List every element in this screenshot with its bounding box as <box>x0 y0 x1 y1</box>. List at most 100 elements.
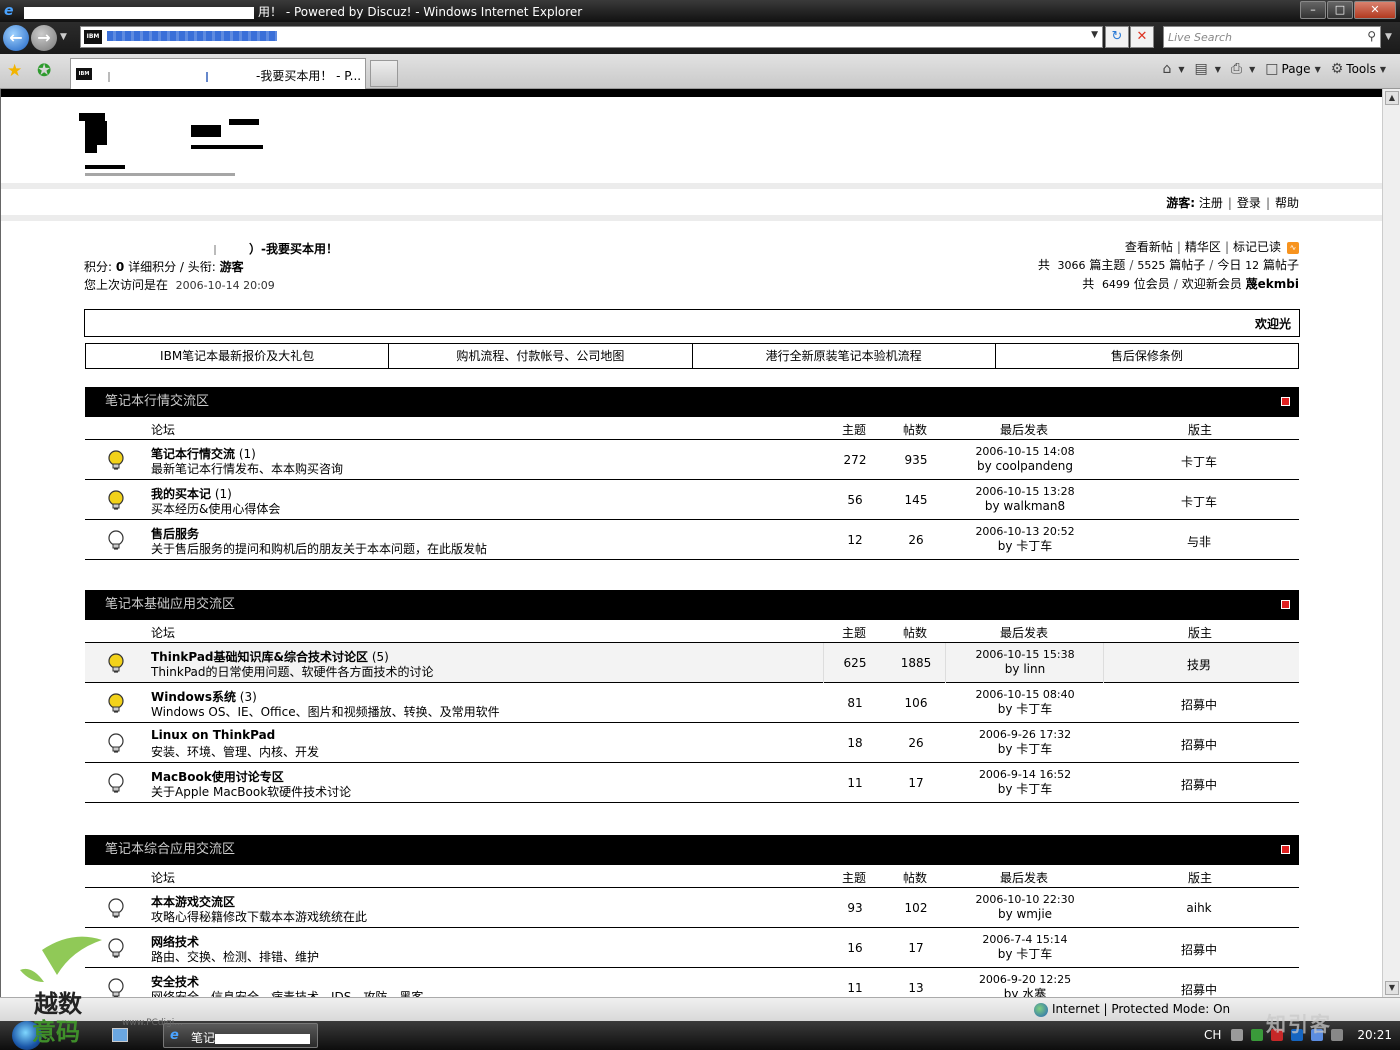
collapse-icon[interactable] <box>1281 397 1290 406</box>
last-post-time[interactable]: 2006-10-15 15:38 <box>945 647 1105 662</box>
forum-row: MacBook使用讨论专区 关于Apple MacBook软硬件技术讨论 11 17… <box>85 763 1299 803</box>
last-post-author[interactable]: by 卡丁车 <box>945 742 1105 757</box>
forum-link[interactable]: 我的买本记 <box>151 487 211 501</box>
forum-link[interactable]: 安全技术 <box>151 975 199 989</box>
favorites-star-icon[interactable]: ★ <box>7 61 22 81</box>
col-last-post: 最后发表 <box>1000 626 1049 640</box>
feeds-button[interactable]: ▤ ▼ <box>1195 61 1221 77</box>
minimize-button[interactable]: – <box>1300 1 1326 19</box>
forum-link[interactable]: ThinkPad基础知识库&综合技术讨论区 <box>151 650 368 664</box>
moderator[interactable]: 招募中 <box>1139 736 1259 753</box>
forum-link[interactable]: Windows系统 <box>151 690 236 704</box>
site-logo[interactable] <box>79 107 265 177</box>
last-post-time[interactable]: 2006-10-15 13:28 <box>945 484 1105 499</box>
moderator[interactable]: 招募中 <box>1139 696 1259 713</box>
clock[interactable]: 20:21 <box>1357 1028 1392 1042</box>
last-post-time[interactable]: 2006-10-15 08:40 <box>945 687 1105 702</box>
new-tab-button[interactable] <box>370 60 398 87</box>
last-post-time[interactable]: 2006-10-15 14:08 <box>945 444 1105 459</box>
help-link[interactable]: 帮助 <box>1275 196 1299 210</box>
rss-icon[interactable]: ∿ <box>1287 241 1299 254</box>
back-button[interactable]: ← <box>3 25 29 51</box>
forum-link[interactable]: 售后服务 <box>151 527 199 541</box>
last-post-author[interactable]: by wmjie <box>945 907 1105 922</box>
forum-link[interactable]: MacBook使用讨论专区 <box>151 770 284 784</box>
last-post-time[interactable]: 2006-9-26 17:32 <box>945 727 1105 742</box>
maximize-button[interactable]: □ <box>1327 1 1353 19</box>
scroll-up-icon[interactable]: ▲ <box>1385 91 1399 105</box>
last-post-author[interactable]: by 卡丁车 <box>945 702 1105 717</box>
points-detail-link[interactable]: 详细积分 / 头衔: <box>128 260 216 274</box>
last-post-time[interactable]: 2006-9-14 16:52 <box>945 767 1105 782</box>
section-header[interactable]: 笔记本基础应用交流区 <box>85 590 1299 620</box>
newest-member-link[interactable]: 蔑ekmbi <box>1246 277 1299 291</box>
view-new-posts-link[interactable]: 查看新帖 <box>1125 240 1173 254</box>
moderator[interactable]: 卡丁车 <box>1139 453 1259 470</box>
close-button[interactable]: ✕ <box>1354 1 1396 19</box>
digest-link[interactable]: 精华区 <box>1185 240 1221 254</box>
forward-button[interactable]: → <box>31 25 57 51</box>
last-post-time[interactable]: 2006-10-13 20:52 <box>945 524 1105 539</box>
quick-link[interactable]: IBM笔记本最新报价及大礼包 <box>86 344 390 368</box>
forum-link[interactable]: 网络技术 <box>151 935 199 949</box>
page-menu[interactable]: □ Page ▼ <box>1265 61 1320 77</box>
quick-link[interactable]: 售后保修条例 <box>996 344 1298 368</box>
security-zone[interactable]: Internet | Protected Mode: On <box>1034 1002 1230 1017</box>
quick-launch-icon[interactable] <box>112 1028 128 1042</box>
moderator[interactable]: 与非 <box>1139 533 1259 550</box>
last-post-time[interactable]: 2006-7-4 15:14 <box>945 932 1105 947</box>
keyboard-icon[interactable] <box>1231 1029 1244 1041</box>
url-dropdown-icon[interactable]: ▼ <box>1091 30 1098 40</box>
taskbar-ie-window[interactable]: e 笔记 <box>163 1023 318 1048</box>
last-post-author[interactable]: by 卡丁车 <box>945 782 1105 797</box>
mark-read-link[interactable]: 标记已读 <box>1233 240 1281 254</box>
last-post-time[interactable]: 2006-9-20 12:25 <box>945 972 1105 987</box>
section-header[interactable]: 笔记本综合应用交流区 <box>85 835 1299 865</box>
search-input[interactable]: Live Search ⚲ <box>1163 26 1381 48</box>
forum-link[interactable]: 本本游戏交流区 <box>151 895 235 909</box>
tools-menu[interactable]: ⚙ Tools ▼ <box>1331 61 1386 77</box>
login-link[interactable]: 登录 <box>1237 196 1261 210</box>
moderator[interactable]: 技男 <box>1139 656 1259 673</box>
section-header[interactable]: 笔记本行情交流区 <box>85 387 1299 417</box>
topic-count: 93 <box>847 901 863 915</box>
moderator[interactable]: 招募中 <box>1139 776 1259 793</box>
zone-text: Internet | Protected Mode: On <box>1052 1002 1231 1016</box>
moderator[interactable]: 招募中 <box>1139 981 1259 997</box>
collapse-icon[interactable] <box>1281 845 1290 854</box>
stop-button[interactable]: ✕ <box>1130 26 1154 48</box>
battery-icon[interactable] <box>1251 1029 1264 1041</box>
collapse-icon[interactable] <box>1281 600 1290 609</box>
search-icon[interactable]: ⚲ <box>1367 29 1376 43</box>
last-post-author[interactable]: by walkman8 <box>945 499 1105 514</box>
quick-link[interactable]: 港行全新原装笔记本验机流程 <box>693 344 996 368</box>
history-dropdown-icon[interactable]: ▼ <box>60 32 67 42</box>
last-post-author[interactable]: by 卡丁车 <box>945 947 1105 962</box>
stats-label: 欢迎新会员 <box>1181 277 1242 291</box>
language-indicator[interactable]: CH <box>1204 1028 1221 1042</box>
forum-section: 笔记本基础应用交流区 论坛 主题 帖数 最后发表 版主 ThinkPad基础知识库&综合技术… <box>85 590 1299 803</box>
volume-icon[interactable] <box>1331 1029 1344 1041</box>
last-post-author[interactable]: by 水寨 <box>945 987 1105 997</box>
vertical-scrollbar[interactable]: ▲ ▼ <box>1382 89 1400 997</box>
print-button[interactable]: ⎙ ▼ <box>1231 61 1255 77</box>
moderator[interactable]: 招募中 <box>1139 941 1259 958</box>
forum-link[interactable]: Linux on ThinkPad <box>151 728 275 742</box>
add-favorites-icon[interactable]: ✪ <box>37 61 51 81</box>
forum-link[interactable]: 笔记本行情交流 <box>151 447 235 461</box>
moderator[interactable]: 卡丁车 <box>1139 493 1259 510</box>
register-link[interactable]: 注册 <box>1199 196 1223 210</box>
quick-link[interactable]: 购机流程、付款帐号、公司地图 <box>389 344 693 368</box>
tab-active[interactable]: IBM -我要买本用！ - P... <box>70 58 366 89</box>
last-post-time[interactable]: 2006-10-10 22:30 <box>945 892 1105 907</box>
moderator[interactable]: aihk <box>1139 901 1259 915</box>
search-dropdown-icon[interactable]: ▼ <box>1385 32 1392 42</box>
refresh-button[interactable]: ↻ <box>1105 26 1129 48</box>
last-post-author[interactable]: by coolpandeng <box>945 459 1105 474</box>
home-button[interactable]: ⌂ ▼ <box>1162 61 1184 77</box>
last-post-author[interactable]: by 卡丁车 <box>945 539 1105 554</box>
url-input[interactable]: IBM ▼ <box>80 26 1103 48</box>
stats-label: 共 <box>1037 258 1050 272</box>
last-post-author[interactable]: by linn <box>945 662 1105 677</box>
scroll-down-icon[interactable]: ▼ <box>1385 981 1399 995</box>
